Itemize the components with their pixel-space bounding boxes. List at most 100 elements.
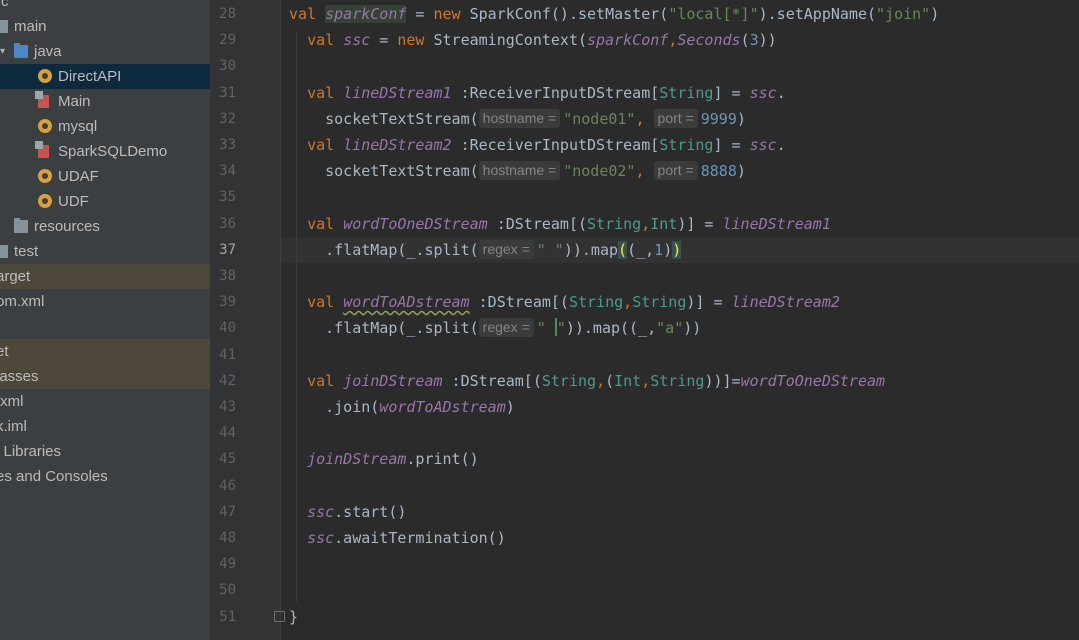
code-token: , — [635, 109, 654, 128]
tree-item-label: resources — [34, 218, 100, 235]
tree-item-arget[interactable]: arget — [0, 264, 210, 289]
code-line[interactable]: val lineDStream2 :ReceiverInputDStream[S… — [289, 132, 786, 158]
tree-item-udf[interactable]: UDF — [0, 189, 210, 214]
code-token: .flatMap(_.split( — [289, 240, 479, 259]
code-token: ) — [736, 109, 746, 128]
line-number: 48 — [219, 530, 236, 546]
code-token: .print() — [406, 450, 479, 469]
tree-item--xml[interactable]: .xml — [0, 389, 210, 414]
tree-item-directapi[interactable]: DirectAPI — [0, 64, 210, 89]
code-line[interactable]: val lineDStream1 :ReceiverInputDStream[S… — [289, 80, 786, 106]
tree-item-label: om.xml — [0, 293, 45, 310]
code-token: "node01" — [563, 109, 636, 128]
code-token: :DStream[( — [469, 293, 569, 312]
folder-icon — [0, 245, 8, 258]
line-number: 51 — [219, 608, 236, 625]
tree-item-rc[interactable]: rc — [0, 0, 210, 14]
code-line[interactable]: ssc.awaitTermination() — [289, 525, 506, 551]
tree-item-test[interactable]: test — [0, 239, 210, 264]
code-line[interactable]: val wordToOneDStream :DStream[(String,In… — [289, 211, 831, 237]
code-token: val — [307, 31, 344, 50]
code-token: String — [541, 371, 597, 390]
code-line[interactable]: .join(wordToADstream) — [289, 394, 515, 420]
code-token: String — [587, 214, 642, 233]
code-token: ssc — [307, 502, 335, 521]
line-number: 50 — [219, 582, 236, 599]
code-token: .start() — [334, 502, 407, 521]
code-token: wordToOneDStream — [740, 371, 886, 390]
tree-item-main[interactable]: main — [0, 14, 210, 39]
tree-item-mysql[interactable]: mysql — [0, 114, 210, 139]
tree-item-et[interactable]: et — [0, 339, 210, 364]
code-token: )).map — [563, 240, 619, 259]
code-token: String — [659, 83, 714, 102]
fold-marker-icon[interactable] — [274, 611, 285, 622]
code-editor[interactable]: val sparkConf = new SparkConf().setMaste… — [289, 0, 1079, 640]
tree-item-l-libraries[interactable]: l Libraries — [0, 439, 210, 464]
code-token: sparkConf — [325, 5, 407, 23]
code-token: , — [668, 31, 678, 50]
code-token: ssc — [749, 83, 777, 102]
code-line[interactable]: socketTextStream(hostname = "node02", por… — [289, 158, 746, 184]
tree-item-om-xml[interactable]: om.xml — [0, 289, 210, 314]
code-token: SparkConf().setMaster( — [469, 5, 669, 23]
code-token: ) — [930, 5, 940, 23]
code-token: 9999 — [700, 109, 737, 128]
line-number: 44 — [219, 425, 236, 442]
class-icon — [38, 119, 52, 133]
tree-item-udaf[interactable]: UDAF — [0, 164, 210, 189]
code-token: ( — [740, 31, 750, 50]
line-number: 30 — [219, 58, 236, 75]
tree-item-label: k.iml — [0, 418, 27, 435]
tree-item-es-and-consoles[interactable]: es and Consoles — [0, 464, 210, 489]
line-number: 41 — [219, 346, 236, 363]
code-token: ) — [663, 240, 673, 259]
code-token: val — [307, 293, 344, 312]
tree-item-resources[interactable]: resources — [0, 214, 210, 239]
code-line[interactable]: val ssc = new StreamingContext(sparkConf… — [289, 27, 777, 53]
line-number: 42 — [219, 372, 236, 389]
tree-item-label: et — [0, 343, 9, 360]
tree-item-lasses[interactable]: lasses — [0, 364, 210, 389]
code-token: , — [596, 371, 606, 390]
code-line[interactable]: .flatMap(_.split(regex = " ")).map((_,1)) — [289, 237, 682, 263]
code-token: Int — [614, 371, 642, 390]
code-line[interactable]: val sparkConf = new SparkConf().setMaste… — [289, 1, 939, 27]
code-line[interactable]: } — [289, 604, 298, 630]
tree-item-main[interactable]: Main — [0, 89, 210, 114]
code-token: String — [568, 293, 624, 312]
code-token: "join" — [876, 5, 931, 23]
code-token: val — [307, 83, 344, 102]
code-token: , — [641, 371, 651, 390]
line-number: 38 — [219, 268, 236, 284]
code-token: )) — [683, 319, 702, 338]
code-token: 1 — [654, 240, 664, 259]
parameter-hint: port = — [653, 161, 698, 181]
tree-item-sparksqldemo[interactable]: SparkSQLDemo — [0, 139, 210, 164]
code-line[interactable]: .flatMap(_.split(regex = " ")).map((_,"a"… — [289, 315, 701, 341]
code-line[interactable]: val joinDStream :DStream[(String,(Int,St… — [289, 368, 885, 394]
code-token: joinDStream — [307, 450, 407, 469]
code-token: )] = — [686, 293, 732, 312]
line-number: 37 — [219, 241, 236, 258]
tree-item-k-iml[interactable]: k.iml — [0, 414, 210, 439]
chevron-down-icon[interactable]: ▾ — [0, 39, 5, 64]
code-token: val — [307, 136, 344, 154]
code-token: ( — [605, 371, 615, 390]
code-line[interactable]: joinDStream.print() — [289, 446, 479, 472]
tree-item-label: SparkSQLDemo — [58, 143, 168, 160]
code-line[interactable]: socketTextStream(hostname = "node01", por… — [289, 106, 746, 132]
tree-item-label: DirectAPI — [58, 68, 122, 85]
code-token: StreamingContext( — [433, 31, 588, 50]
code-token: val — [289, 5, 326, 23]
code-line[interactable]: ssc.start() — [289, 499, 406, 525]
code-token: joinDStream — [343, 371, 443, 390]
line-number: 36 — [219, 215, 236, 232]
tree-item-java[interactable]: ▾ java — [0, 39, 210, 64]
line-number: 40 — [219, 320, 236, 337]
code-line[interactable]: val wordToADstream :DStream[(String,Stri… — [289, 289, 840, 315]
code-token: wordToOneDStream — [343, 214, 488, 233]
tree-item-label: test — [14, 243, 39, 260]
